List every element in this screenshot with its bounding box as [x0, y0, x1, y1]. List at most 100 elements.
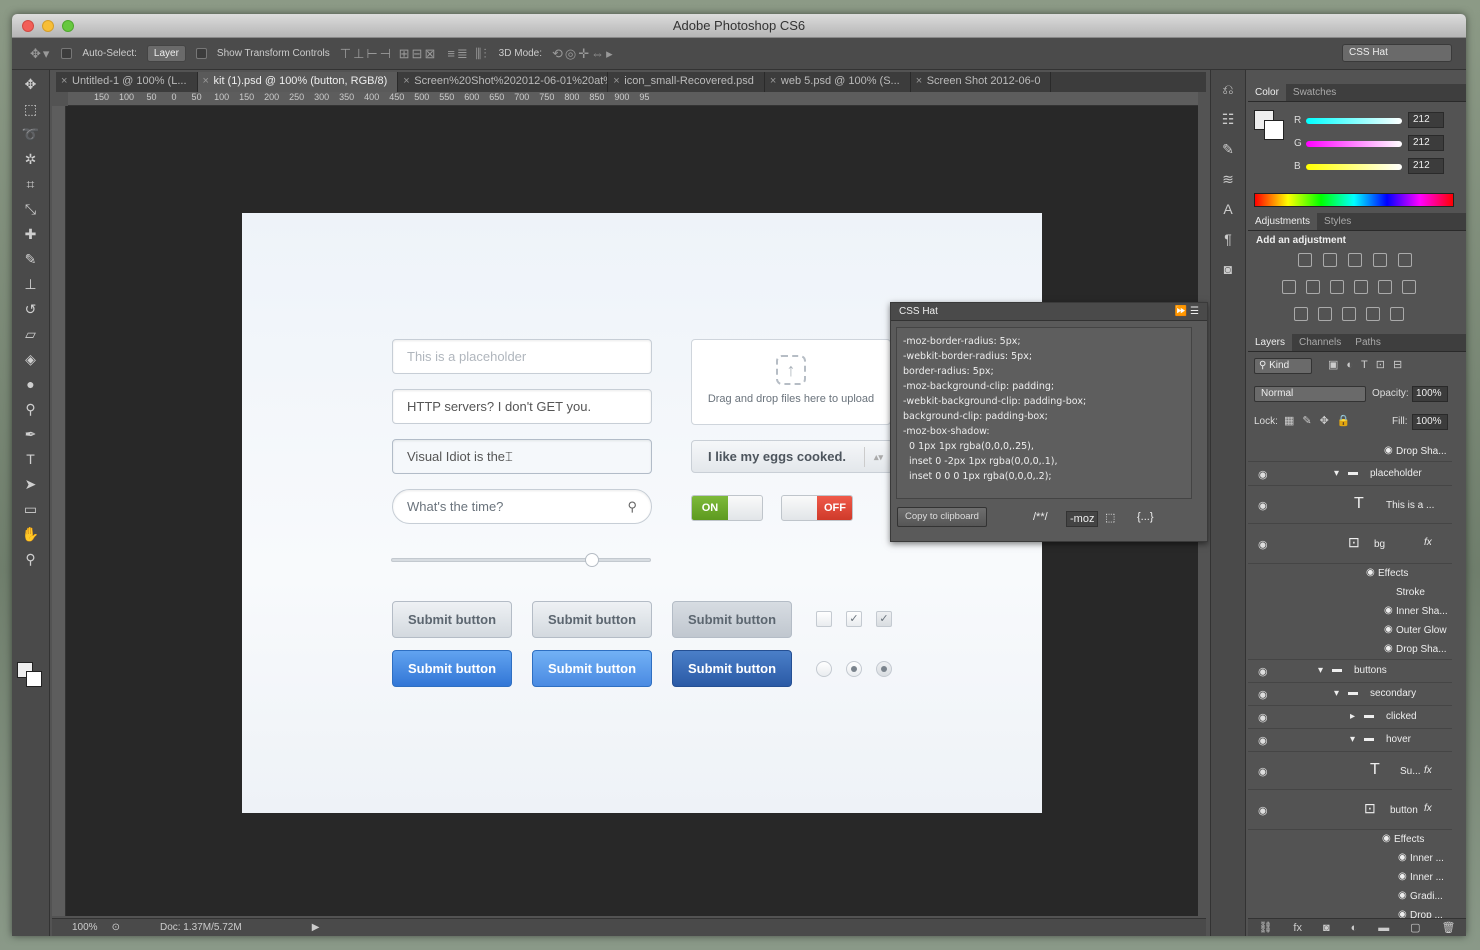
- eye-icon[interactable]: ◉: [1258, 711, 1268, 724]
- moz-toggle[interactable]: -moz: [1066, 511, 1099, 527]
- fx-icon[interactable]: fx: [1424, 537, 1432, 548]
- submit-button-secondary-clicked[interactable]: Submit button: [672, 601, 792, 638]
- fill-value[interactable]: 100%: [1412, 414, 1448, 430]
- levels-icon[interactable]: [1323, 253, 1337, 267]
- eye-icon[interactable]: ◉: [1258, 765, 1268, 778]
- layer-effects[interactable]: ◉ Effects: [1248, 564, 1452, 583]
- zoom-button[interactable]: [62, 20, 74, 32]
- show-transform-checkbox[interactable]: [195, 48, 207, 59]
- radio-selected[interactable]: [846, 661, 862, 677]
- eraser-tool-icon[interactable]: ▱: [19, 323, 43, 345]
- eyedropper-icon[interactable]: ⤡: [19, 198, 43, 220]
- history-brush-icon[interactable]: ↺: [19, 298, 43, 320]
- braces-toggle[interactable]: {...}: [1137, 511, 1154, 523]
- focused-input[interactable]: Visual Idiot is the⌶: [392, 439, 652, 474]
- close-icon[interactable]: ×: [61, 75, 67, 87]
- eye-icon[interactable]: ◉: [1258, 688, 1268, 701]
- doc-tab[interactable]: × Screen%20Shot%202012-06-01%20at%203.00.…: [398, 72, 609, 92]
- submit-button-primary-hover[interactable]: Submit button: [532, 650, 652, 687]
- effect-eye-icon[interactable]: ◉: [1398, 890, 1407, 901]
- chevron-right-icon[interactable]: ▸: [1350, 711, 1355, 722]
- brush-presets-icon[interactable]: ✎: [1216, 138, 1240, 160]
- healing-brush-icon[interactable]: ✚: [19, 223, 43, 245]
- zoom-level[interactable]: 100%: [52, 922, 112, 933]
- color-balance-icon[interactable]: [1306, 280, 1320, 294]
- placeholder-input[interactable]: This is a placeholder: [392, 339, 652, 374]
- invert-icon[interactable]: [1294, 307, 1308, 321]
- eye-icon[interactable]: ◉: [1258, 538, 1268, 551]
- auto-select-checkbox[interactable]: [61, 48, 73, 59]
- tab-paths[interactable]: Paths: [1348, 334, 1388, 351]
- new-group-icon[interactable]: ▬: [1378, 922, 1389, 934]
- layer-effect-gradient[interactable]: ◉ Gradi...: [1248, 887, 1452, 906]
- background-color-swatch[interactable]: [26, 671, 42, 687]
- upload-dropzone[interactable]: ↑ Drag and drop files here to upload: [691, 339, 891, 425]
- layer-group-hover[interactable]: ◉ ▾ ▬ hover: [1248, 729, 1452, 752]
- r-slider[interactable]: [1306, 118, 1402, 124]
- tab-layers[interactable]: Layers: [1248, 334, 1293, 351]
- brush-tool-icon[interactable]: ✎: [19, 248, 43, 270]
- mask-icon[interactable]: ◙: [1323, 922, 1330, 934]
- threshold-icon[interactable]: [1342, 307, 1356, 321]
- search-input[interactable]: What's the time? ⚲: [392, 489, 652, 524]
- layer-text-submit[interactable]: ◉ T Su... fx: [1248, 752, 1452, 790]
- layer-effect-inner[interactable]: ◉ Inner ...: [1248, 868, 1452, 887]
- layer-bg[interactable]: ◉ ⊡ bg fx: [1248, 524, 1452, 564]
- crop-tool-icon[interactable]: ⌗: [19, 173, 43, 195]
- comment-toggle[interactable]: /**/: [1033, 511, 1048, 523]
- submit-button-secondary-hover[interactable]: Submit button: [532, 601, 652, 638]
- gradient-map-icon[interactable]: [1390, 307, 1404, 321]
- g-value[interactable]: 212: [1408, 135, 1444, 151]
- eye-icon[interactable]: ◉: [1258, 665, 1268, 678]
- close-icon[interactable]: ×: [203, 75, 209, 87]
- workspace-select[interactable]: CSS Hat: [1342, 44, 1452, 62]
- effect-eye-icon[interactable]: ◉: [1384, 643, 1393, 654]
- pen-tool-icon[interactable]: ✒: [19, 423, 43, 445]
- submit-button-primary[interactable]: Submit button: [392, 650, 512, 687]
- doc-tab[interactable]: × Screen Shot 2012-06-0: [911, 72, 1052, 92]
- doc-tab[interactable]: × icon_small-Recovered.psd: [608, 72, 765, 92]
- effect-eye-icon[interactable]: ◉: [1398, 871, 1407, 882]
- r-value[interactable]: 212: [1408, 112, 1444, 128]
- range-slider[interactable]: [391, 553, 651, 567]
- chevron-down-icon[interactable]: ▾: [1334, 468, 1339, 479]
- layer-button[interactable]: ◉ ⊡ button fx: [1248, 790, 1452, 830]
- filter-icons[interactable]: ▣◐T⊡⊟: [1328, 358, 1410, 371]
- effect-eye-icon[interactable]: ◉: [1382, 833, 1391, 844]
- hand-tool-icon[interactable]: ✋: [19, 523, 43, 545]
- layer-group-clicked[interactable]: ◉ ▸ ▬ clicked: [1248, 706, 1452, 729]
- eye-icon[interactable]: ◉: [1258, 804, 1268, 817]
- photo-filter-icon[interactable]: [1354, 280, 1368, 294]
- paragraph-icon[interactable]: ¶: [1216, 228, 1240, 250]
- curves-icon[interactable]: [1348, 253, 1362, 267]
- lock-icons[interactable]: ▦✎✥🔒: [1284, 414, 1359, 427]
- chevron-down-icon[interactable]: ▾: [1350, 734, 1355, 745]
- b-slider[interactable]: [1306, 164, 1402, 170]
- submit-button-primary-clicked[interactable]: Submit button: [672, 650, 792, 687]
- effect-eye-icon[interactable]: ◉: [1384, 624, 1393, 635]
- zoom-tool-icon[interactable]: ⚲: [19, 548, 43, 570]
- posterize-icon[interactable]: [1318, 307, 1332, 321]
- color-spectrum[interactable]: [1254, 193, 1454, 207]
- doc-tab[interactable]: × web 5.psd @ 100% (S...: [765, 72, 911, 92]
- hue-saturation-icon[interactable]: [1282, 280, 1296, 294]
- b-value[interactable]: 212: [1408, 158, 1444, 174]
- brightness-icon[interactable]: [1298, 253, 1312, 267]
- trash-icon[interactable]: 🗑: [1442, 921, 1456, 934]
- fx-icon[interactable]: fx: [1293, 922, 1302, 934]
- tab-channels[interactable]: Channels: [1292, 334, 1348, 351]
- layer-effect-inner[interactable]: ◉ Inner ...: [1248, 849, 1452, 868]
- type-tool-icon[interactable]: T: [19, 448, 43, 470]
- opacity-value[interactable]: 100%: [1412, 386, 1448, 402]
- exposure-icon[interactable]: [1373, 253, 1387, 267]
- properties-icon[interactable]: ☷: [1216, 108, 1240, 130]
- radio-selected-active[interactable]: [876, 661, 892, 677]
- adjustment-layer-icon[interactable]: ◐: [1351, 922, 1358, 934]
- fx-icon[interactable]: fx: [1424, 765, 1432, 776]
- doc-info-icon[interactable]: ⊙: [112, 922, 160, 933]
- tab-adjustments[interactable]: Adjustments: [1248, 213, 1318, 230]
- layer-effect-row[interactable]: ◉ Drop Sha...: [1248, 442, 1452, 462]
- eye-icon[interactable]: ◉: [1258, 734, 1268, 747]
- tab-styles[interactable]: Styles: [1317, 213, 1358, 230]
- marquee-tool-icon[interactable]: ⬚: [19, 98, 43, 120]
